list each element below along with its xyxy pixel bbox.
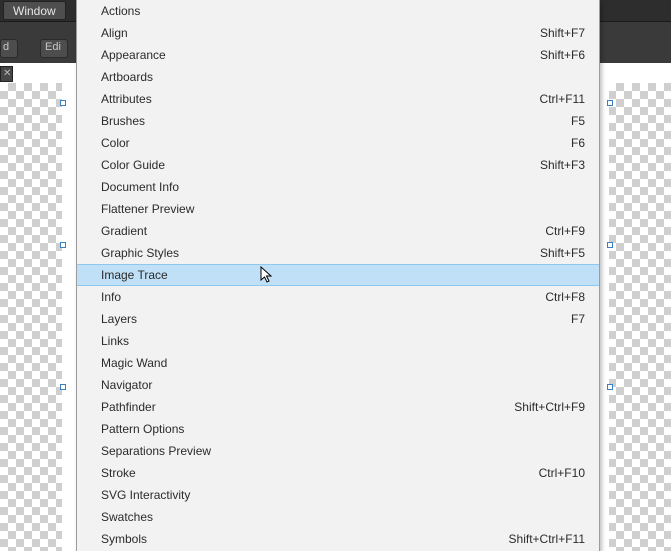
selection-handle[interactable] [607, 242, 613, 248]
menu-item-label: Attributes [101, 92, 540, 106]
menu-item-shortcut: Shift+Ctrl+F9 [514, 400, 585, 414]
menu-item-label: Brushes [101, 114, 571, 128]
menu-item-stroke[interactable]: StrokeCtrl+F10 [77, 462, 599, 484]
menu-item-shortcut: Ctrl+F8 [545, 290, 585, 304]
menu-item-appearance[interactable]: AppearanceShift+F6 [77, 44, 599, 66]
menu-item-layers[interactable]: LayersF7 [77, 308, 599, 330]
menu-item-label: Artboards [101, 70, 585, 84]
selection-handle[interactable] [60, 100, 66, 106]
menu-item-label: Separations Preview [101, 444, 585, 458]
menu-item-color-guide[interactable]: Color GuideShift+F3 [77, 154, 599, 176]
close-icon: ✕ [3, 68, 11, 79]
menu-item-color[interactable]: ColorF6 [77, 132, 599, 154]
menu-item-shortcut: Ctrl+F11 [540, 92, 585, 106]
menu-item-brushes[interactable]: BrushesF5 [77, 110, 599, 132]
menu-item-label: Color [101, 136, 571, 150]
menu-item-shortcut: Shift+F7 [540, 26, 585, 40]
menu-item-label: Info [101, 290, 545, 304]
menu-item-shortcut: Shift+F3 [540, 158, 585, 172]
toolbar-button-label: Edi [45, 41, 61, 53]
menu-item-label: Stroke [101, 466, 539, 480]
menu-item-svg-interactivity[interactable]: SVG Interactivity [77, 484, 599, 506]
menu-item-document-info[interactable]: Document Info [77, 176, 599, 198]
menu-item-symbols[interactable]: SymbolsShift+Ctrl+F11 [77, 528, 599, 550]
menu-item-label: Actions [101, 4, 585, 18]
menu-item-gradient[interactable]: GradientCtrl+F9 [77, 220, 599, 242]
selection-handle[interactable] [60, 384, 66, 390]
menu-item-separations-preview[interactable]: Separations Preview [77, 440, 599, 462]
menu-item-label: SVG Interactivity [101, 488, 585, 502]
menu-item-flattener-preview[interactable]: Flattener Preview [77, 198, 599, 220]
menu-item-label: Magic Wand [101, 356, 585, 370]
menu-item-label: Pattern Options [101, 422, 585, 436]
menu-item-shortcut: Shift+F5 [540, 246, 585, 260]
menu-item-align[interactable]: AlignShift+F7 [77, 22, 599, 44]
menu-item-label: Swatches [101, 510, 585, 524]
toolbar-button-fragment[interactable]: Edi [40, 39, 68, 58]
menu-item-shortcut: Shift+F6 [540, 48, 585, 62]
menubar-item-window[interactable]: Window [3, 1, 66, 20]
menu-item-graphic-styles[interactable]: Graphic StylesShift+F5 [77, 242, 599, 264]
menu-item-shortcut: Ctrl+F10 [539, 466, 585, 480]
menu-item-label: Image Trace [101, 268, 585, 282]
menu-item-shortcut: F6 [571, 136, 585, 150]
selection-handle[interactable] [607, 384, 613, 390]
menu-item-label: Pathfinder [101, 400, 514, 414]
selection-handle[interactable] [60, 242, 66, 248]
menu-item-label: Color Guide [101, 158, 540, 172]
menu-item-shortcut: Ctrl+F9 [545, 224, 585, 238]
window-menu-dropdown[interactable]: ActionsAlignShift+F7AppearanceShift+F6Ar… [76, 0, 600, 551]
menu-item-pattern-options[interactable]: Pattern Options [77, 418, 599, 440]
menu-item-label: Appearance [101, 48, 540, 62]
menubar-item-label: Window [13, 4, 56, 18]
menu-item-navigator[interactable]: Navigator [77, 374, 599, 396]
menu-item-shortcut: Shift+Ctrl+F11 [509, 532, 585, 546]
menu-item-pathfinder[interactable]: PathfinderShift+Ctrl+F9 [77, 396, 599, 418]
menu-item-label: Links [101, 334, 585, 348]
menu-item-links[interactable]: Links [77, 330, 599, 352]
menu-item-image-trace[interactable]: Image Trace [77, 264, 599, 286]
menu-item-label: Align [101, 26, 540, 40]
toolbar-button-label: d [3, 41, 9, 53]
menu-item-swatches[interactable]: Swatches [77, 506, 599, 528]
menu-item-info[interactable]: InfoCtrl+F8 [77, 286, 599, 308]
toolbar-button-fragment[interactable]: d [0, 39, 18, 58]
selection-handle[interactable] [607, 100, 613, 106]
menu-item-label: Gradient [101, 224, 545, 238]
menu-item-label: Navigator [101, 378, 585, 392]
menu-item-shortcut: F7 [571, 312, 585, 326]
menu-item-label: Document Info [101, 180, 585, 194]
menu-item-magic-wand[interactable]: Magic Wand [77, 352, 599, 374]
menu-item-label: Layers [101, 312, 571, 326]
menu-item-artboards[interactable]: Artboards [77, 66, 599, 88]
menu-item-label: Symbols [101, 532, 509, 546]
menu-item-attributes[interactable]: AttributesCtrl+F11 [77, 88, 599, 110]
menu-item-shortcut: F5 [571, 114, 585, 128]
menu-item-label: Graphic Styles [101, 246, 540, 260]
document-tab-close[interactable]: ✕ [0, 66, 13, 82]
menu-item-actions[interactable]: Actions [77, 0, 599, 22]
menu-item-label: Flattener Preview [101, 202, 585, 216]
